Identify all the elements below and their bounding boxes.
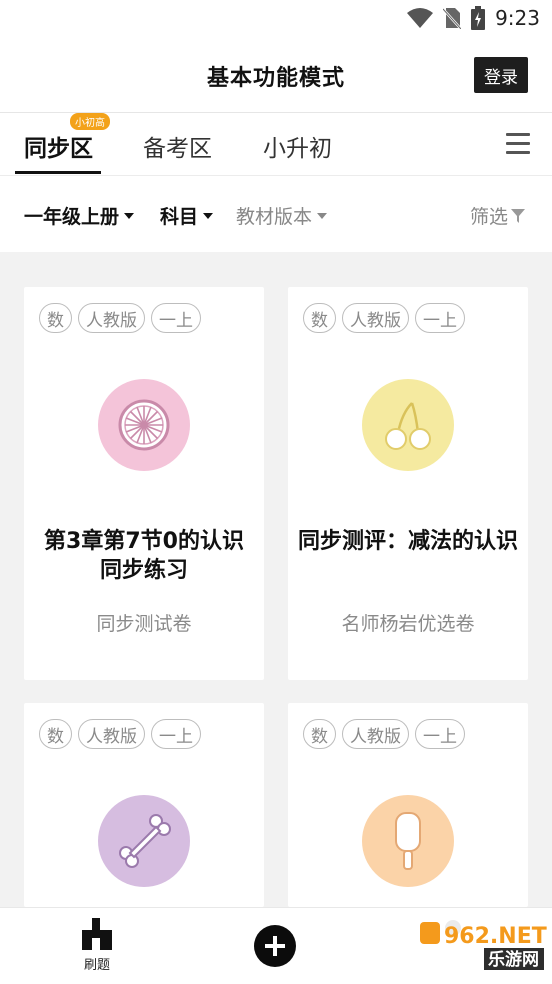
plus-circle-icon[interactable] [254, 925, 296, 967]
filter-button[interactable]: 筛选 [470, 202, 526, 229]
nav-practice-label: 刷题 [83, 958, 110, 973]
subject-dropdown[interactable]: 科目 [160, 202, 214, 229]
tab-bar: 同步区 小初高 备考区 小升初 [0, 113, 552, 176]
citrus-slice-icon [98, 379, 190, 471]
watermark-top-text: 962.NET [444, 924, 547, 949]
tag-grade: 一上 [415, 719, 465, 749]
chevron-down-icon [317, 212, 328, 219]
watermark-bottom-text: 乐游网 [488, 949, 539, 970]
funnel-icon [511, 208, 526, 223]
tab-sync-label: 同步区 [24, 136, 93, 162]
battery-charging-icon [471, 6, 486, 30]
card-title: 第3章第7节0的认识同步练习 [44, 529, 244, 583]
card-tags: 数 人教版 一上 [303, 719, 465, 749]
tag-subject: 数 [303, 719, 336, 749]
tab-sync[interactable]: 同步区 [24, 129, 93, 163]
tag-subject: 数 [39, 719, 72, 749]
tag-edition: 人教版 [342, 719, 409, 749]
tab-badge: 小初高 [70, 113, 110, 130]
status-bar: 9:23 [0, 0, 552, 40]
card-worksheet[interactable]: 数 人教版 一上 [288, 703, 528, 907]
tag-grade: 一上 [151, 303, 201, 333]
card-subtitle: 同步测试卷 [96, 613, 192, 635]
popsicle-icon [362, 795, 454, 887]
card-worksheet[interactable]: 数 人教版 一上 第3章第7节0的认识同步练习 同步测试卷 [24, 287, 264, 680]
tag-grade: 一上 [151, 719, 201, 749]
edition-dropdown[interactable]: 教材版本 [236, 202, 328, 229]
subject-label: 科目 [160, 206, 199, 228]
tab-primary-to-junior[interactable]: 小升初 [263, 129, 332, 163]
status-time: 9:23 [495, 6, 540, 30]
tag-subject: 数 [39, 303, 72, 333]
filter-bar: 一年级上册 科目 教材版本 筛选 [0, 176, 552, 252]
card-tags: 数 人教版 一上 [39, 719, 201, 749]
edition-label: 教材版本 [236, 206, 313, 228]
card-worksheet[interactable]: 数 人教版 一上 [24, 703, 264, 907]
card-subtitle: 名师杨岩优选卷 [341, 613, 475, 635]
grade-label: 一年级上册 [24, 206, 120, 228]
filter-label: 筛选 [470, 206, 509, 228]
tab-primary-to-junior-label: 小升初 [263, 136, 332, 162]
chevron-down-icon [203, 212, 214, 219]
brush-icon [82, 918, 112, 950]
nav-practice[interactable]: 刷题 [80, 918, 114, 973]
tag-grade: 一上 [415, 303, 465, 333]
chevron-down-icon [124, 212, 135, 219]
login-button[interactable]: 登录 [474, 57, 528, 93]
no-sim-icon [443, 8, 462, 29]
status-icons: 9:23 [407, 6, 540, 30]
tab-active-underline [15, 171, 101, 174]
tag-edition: 人教版 [78, 719, 145, 749]
tab-exam-prep-label: 备考区 [143, 136, 212, 162]
menu-icon[interactable] [506, 133, 530, 155]
tag-edition: 人教版 [342, 303, 409, 333]
top-bar: 基本功能模式 登录 [0, 40, 552, 113]
bone-icon [98, 795, 190, 887]
card-title: 同步测评：减法的认识 [298, 529, 519, 554]
tag-edition: 人教版 [78, 303, 145, 333]
grade-dropdown[interactable]: 一年级上册 [24, 202, 135, 229]
watermark-logo: 962.NET 乐游网 [414, 918, 548, 974]
tag-subject: 数 [303, 303, 336, 333]
card-worksheet[interactable]: 数 人教版 一上 同步测评：减法的认识 名师杨岩优选卷 [288, 287, 528, 680]
card-tags: 数 人教版 一上 [303, 303, 465, 333]
wifi-icon [407, 8, 434, 28]
tab-exam-prep[interactable]: 备考区 [143, 129, 212, 163]
page-title: 基本功能模式 [206, 66, 345, 91]
card-tags: 数 人教版 一上 [39, 303, 201, 333]
cherries-icon [362, 379, 454, 471]
